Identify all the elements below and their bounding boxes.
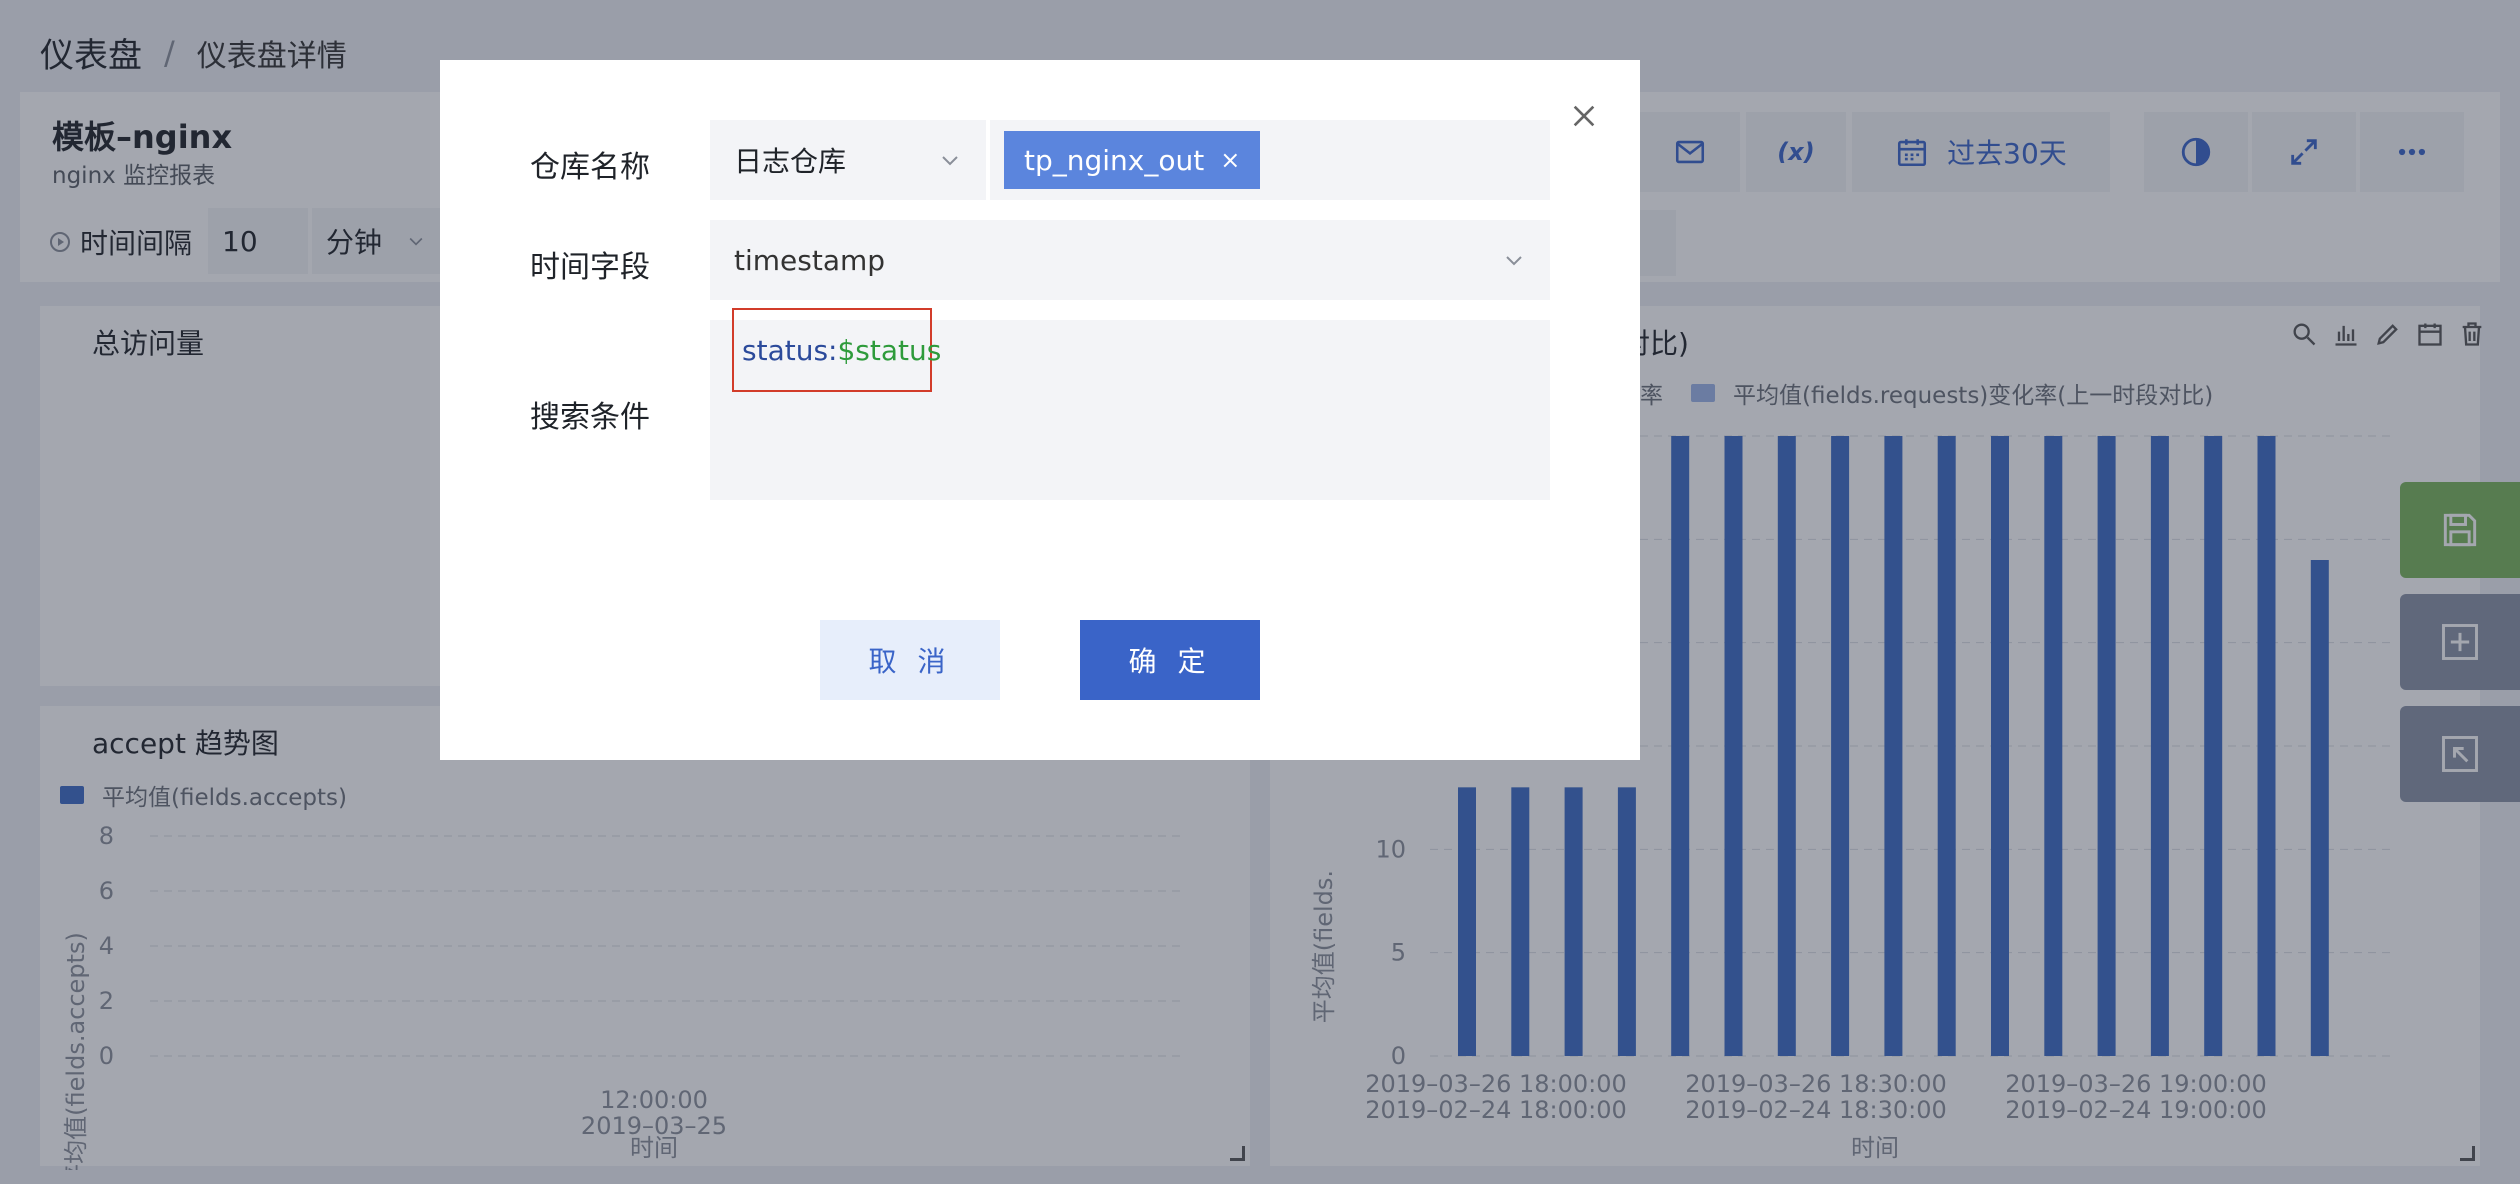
repo-type-value: 日志仓库 bbox=[734, 145, 847, 178]
chevron-down-icon bbox=[1506, 256, 1522, 266]
repo-label: 仓库名称 bbox=[530, 150, 650, 185]
repo-tag: tp_nginx_out × bbox=[1004, 131, 1261, 189]
repo-tag-input[interactable]: tp_nginx_out × bbox=[990, 120, 1550, 200]
confirm-button[interactable]: 确 定 bbox=[1080, 620, 1260, 700]
query-key: status: bbox=[742, 333, 838, 367]
close-button[interactable] bbox=[1568, 100, 1600, 132]
time-field-value: timestamp bbox=[734, 243, 886, 277]
time-field-select[interactable]: timestamp bbox=[710, 220, 1550, 300]
search-label: 搜索条件 bbox=[530, 400, 650, 435]
time-field-label: 时间字段 bbox=[530, 250, 650, 285]
chevron-down-icon bbox=[942, 156, 958, 166]
tag-remove-icon[interactable]: × bbox=[1220, 146, 1240, 174]
cancel-button[interactable]: 取 消 bbox=[820, 620, 1000, 700]
close-icon bbox=[1573, 105, 1595, 127]
repo-type-select[interactable]: 日志仓库 bbox=[710, 120, 986, 200]
query-variable: $status bbox=[837, 333, 942, 367]
query-highlight: status: $status bbox=[732, 308, 941, 392]
repo-tag-label: tp_nginx_out bbox=[1024, 143, 1205, 177]
